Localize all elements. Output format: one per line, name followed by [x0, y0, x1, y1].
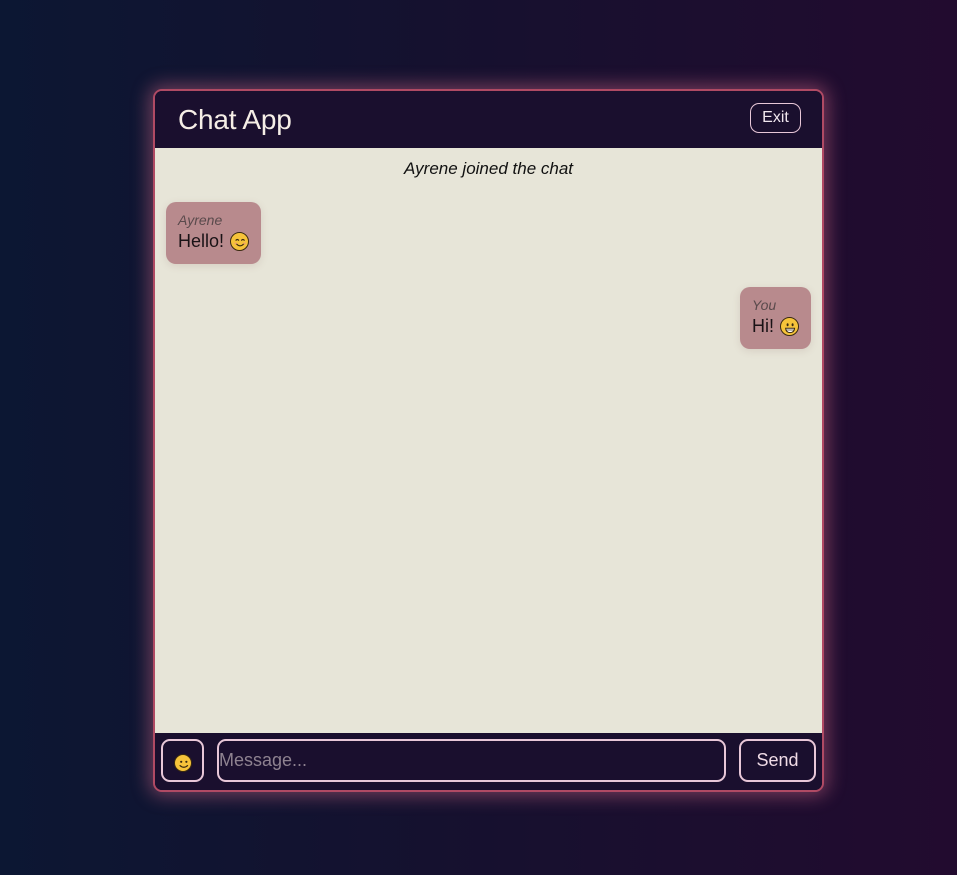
send-button[interactable]: Send [739, 739, 816, 782]
message-sender: You [752, 297, 777, 313]
message-sender: Ayrene [178, 212, 223, 228]
message-text-row: Hello! [178, 229, 250, 253]
message-text-row: Hi! [752, 314, 799, 338]
message-list[interactable]: Ayrene joined the chat Ayrene Hello! You [155, 148, 822, 733]
message-text: Hi! [752, 316, 774, 336]
emoji-picker-button[interactable] [161, 739, 204, 782]
system-message: Ayrene joined the chat [403, 159, 574, 178]
chat-window: Chat App Exit Ayrene joined the chat Ayr… [153, 89, 824, 792]
message-input[interactable] [217, 739, 726, 782]
smiley-icon [174, 754, 192, 772]
exit-button[interactable]: Exit [750, 103, 801, 133]
message-bubble-sent: You Hi! [740, 287, 811, 349]
smiling-face-icon [230, 231, 250, 251]
message-composer: Send [155, 733, 822, 790]
grinning-face-icon [780, 316, 799, 336]
app-title: Chat App [178, 104, 292, 135]
message-bubble-received: Ayrene Hello! [166, 202, 262, 264]
message-text: Hello! [178, 231, 225, 251]
chat-header: Chat App Exit [155, 91, 822, 148]
